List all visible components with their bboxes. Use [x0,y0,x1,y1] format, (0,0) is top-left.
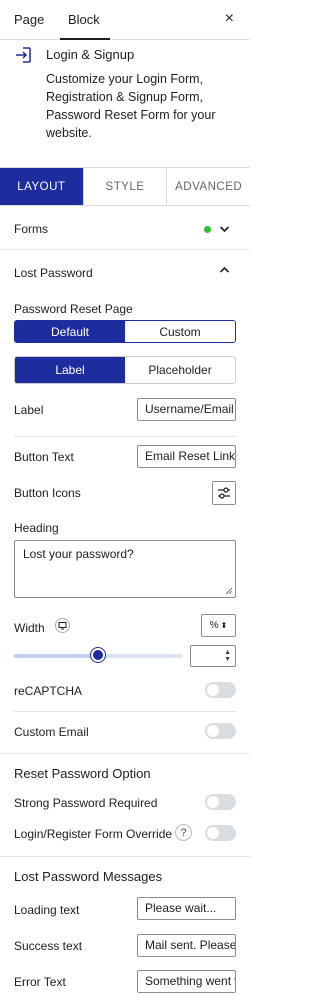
success-text-input[interactable]: Mail sent. Please check your mailbox [137,934,236,957]
tab-style[interactable]: STYLE [82,168,167,205]
reset-page-default-option[interactable]: Default [15,321,125,342]
heading-textarea[interactable]: Lost your password? [14,540,236,598]
error-text-label: Error Text [14,975,66,989]
placeholder-option[interactable]: Placeholder [125,357,235,383]
divider [14,711,236,712]
close-icon[interactable]: × [225,10,234,28]
button-icons-button[interactable] [212,481,236,505]
divider [0,753,250,754]
heading-label: Heading [14,521,59,535]
reset-page-toggle: Default Custom [14,320,236,343]
block-description: Customize your Login Form, Registration … [46,72,216,140]
form-override-label: Login/Register Form Override [14,827,173,841]
strong-password-toggle[interactable] [205,794,236,810]
unit-value: % [209,620,219,631]
panel-tabs: LAYOUT STYLE ADVANCED [0,167,250,206]
reset-option-title: Reset Password Option [14,766,151,781]
label-option[interactable]: Label [15,357,125,383]
loading-text-label: Loading text [14,903,80,917]
tab-block[interactable]: Block [60,12,110,40]
form-override-toggle[interactable] [205,825,236,841]
updown-icon: ⬍ [220,621,228,630]
resize-handle-icon[interactable] [225,587,233,595]
width-number-input[interactable]: ▲ ▼ [190,645,236,667]
slider-fill [14,654,98,658]
label-mode-toggle: Label Placeholder [14,356,236,384]
reset-page-label: Password Reset Page [14,302,133,316]
strong-password-label: Strong Password Required [14,796,158,810]
label-input[interactable]: Username/Email [137,398,236,421]
block-title: Login & Signup [46,47,135,62]
chevron-down-icon[interactable] [219,224,230,234]
spinner-icon[interactable]: ▲ ▼ [224,649,231,663]
button-icons-label: Button Icons [14,486,81,500]
recaptcha-toggle[interactable] [205,682,236,698]
unit-select[interactable]: % ⬍ [201,614,236,637]
custom-email-toggle[interactable] [205,723,236,739]
heading-value: Lost your password? [23,547,134,561]
divider [14,436,236,437]
width-label: Width [14,621,45,635]
loading-text-input[interactable]: Please wait... [137,897,236,920]
tab-layout[interactable]: LAYOUT [0,168,83,205]
label-field-label: Label [14,403,44,417]
tab-page[interactable]: Page [14,12,44,27]
slider-thumb[interactable] [91,648,105,662]
messages-title: Lost Password Messages [14,869,163,884]
custom-email-label: Custom Email [14,725,89,739]
login-arrow-icon [16,47,31,63]
sliders-icon [218,487,230,499]
forms-section-title[interactable]: Forms [14,222,48,236]
recaptcha-label: reCAPTCHA [14,684,83,698]
error-text-input[interactable]: Something went wrong [137,970,236,993]
divider [0,856,250,857]
button-text-label: Button Text [14,450,74,464]
lost-password-title[interactable]: Lost Password [14,266,93,280]
tab-advanced[interactable]: ADVANCED [166,168,250,205]
reset-page-custom-option[interactable]: Custom [125,321,235,342]
desktop-icon[interactable] [55,618,70,633]
button-text-input[interactable]: Email Reset Link [137,445,236,468]
help-icon[interactable]: ? [175,824,192,841]
success-text-label: Success text [14,939,83,953]
sidebar-header: Page Block × [0,0,250,40]
status-dot [204,226,211,233]
chevron-up-icon[interactable] [219,265,230,275]
divider [0,249,250,250]
